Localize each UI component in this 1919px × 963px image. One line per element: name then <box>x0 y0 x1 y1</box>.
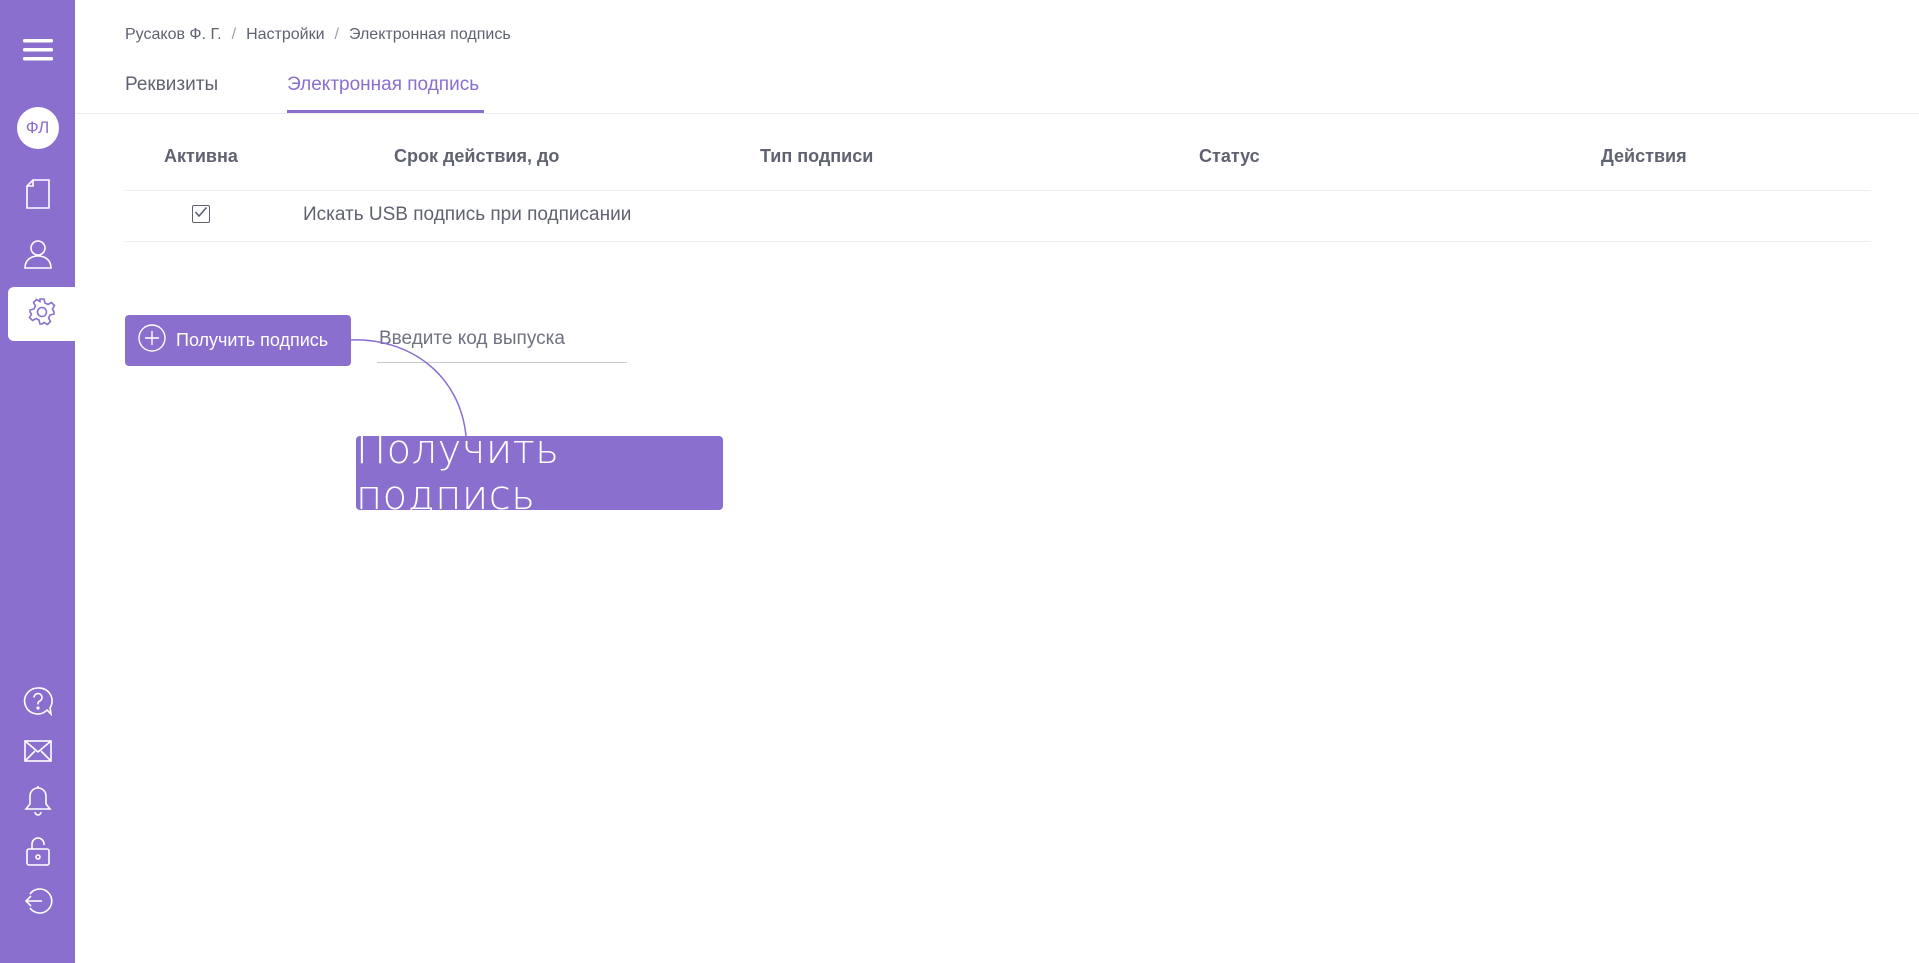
avatar: ФЛ <box>16 107 59 149</box>
release-code-input[interactable] <box>377 315 627 363</box>
logout-button[interactable] <box>0 876 75 926</box>
breadcrumb-item-settings[interactable]: Настройки <box>246 26 324 44</box>
checkmark-icon <box>194 205 208 223</box>
menu-icon <box>22 38 53 62</box>
tabs-divider <box>75 113 1919 114</box>
main-content: Русаков Ф. Г. / Настройки / Электронная … <box>75 0 1919 963</box>
tab-electronic-signature[interactable]: Электронная подпись <box>287 64 485 114</box>
user-icon <box>22 238 54 270</box>
get-signature-button[interactable]: Получить подпись <box>125 315 351 366</box>
column-header-active: Активна <box>164 146 238 166</box>
table-row: Искать USB подпись при подписании <box>125 191 1871 242</box>
help-button[interactable] <box>0 676 75 726</box>
tooltip: Получить подпись <box>356 427 723 519</box>
sidebar: ФЛ <box>0 0 75 963</box>
settings-button[interactable] <box>8 287 75 341</box>
breadcrumb-item-current: Электронная подпись <box>348 26 511 43</box>
mail-button[interactable] <box>0 726 75 776</box>
column-header-status: Статус <box>1199 146 1260 166</box>
notifications-button[interactable] <box>0 776 75 826</box>
bell-icon <box>23 785 52 817</box>
table-header: Активна Срок действия, до Тип подписи Ст… <box>125 124 1871 191</box>
gear-icon <box>27 297 57 332</box>
lock-icon <box>25 835 51 867</box>
signatures-table: Активна Срок действия, до Тип подписи Ст… <box>125 124 1871 242</box>
contacts-button[interactable] <box>0 229 75 279</box>
security-button[interactable] <box>0 826 75 876</box>
help-icon <box>23 686 53 716</box>
document-icon <box>24 178 52 210</box>
breadcrumb-separator: / <box>231 26 237 43</box>
column-header-actions: Действия <box>1601 146 1687 166</box>
get-signature-label: Получить подпись <box>176 330 329 350</box>
mail-icon <box>23 739 53 763</box>
usb-search-label: Искать USB подпись при подписании <box>303 204 632 225</box>
menu-button[interactable] <box>0 25 75 75</box>
breadcrumb: Русаков Ф. Г. / Настройки / Электронная … <box>125 26 511 44</box>
tab-requisites[interactable]: Реквизиты <box>125 64 218 113</box>
logout-icon <box>22 886 54 916</box>
column-header-signature-type: Тип подписи <box>760 146 874 166</box>
profile-button[interactable]: ФЛ <box>0 103 75 153</box>
breadcrumb-item-user[interactable]: Русаков Ф. Г. <box>125 26 222 44</box>
tabs: Реквизиты Электронная подпись <box>125 64 548 114</box>
documents-button[interactable] <box>0 169 75 219</box>
usb-search-checkbox[interactable] <box>192 205 210 223</box>
column-header-valid-until: Срок действия, до <box>394 146 560 166</box>
plus-circle-icon <box>138 324 166 357</box>
breadcrumb-separator: / <box>334 26 339 43</box>
